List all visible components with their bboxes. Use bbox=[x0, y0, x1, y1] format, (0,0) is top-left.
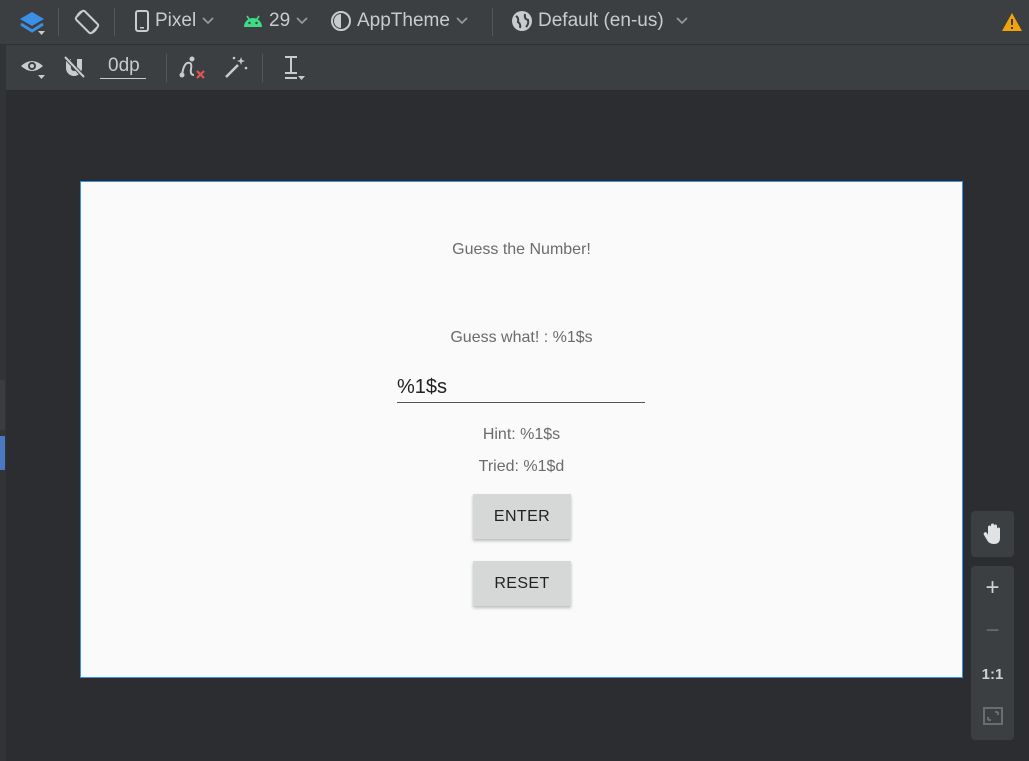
clear-constraints-icon[interactable] bbox=[178, 55, 206, 81]
hint-text: Hint: %1$s bbox=[482, 426, 561, 443]
device-selector[interactable]: Pixel bbox=[134, 10, 215, 32]
orientation-icon[interactable] bbox=[73, 8, 101, 36]
chevron-down-icon bbox=[296, 17, 308, 25]
chevron-down-icon bbox=[202, 17, 214, 25]
toolbar-separator bbox=[58, 8, 59, 36]
magic-wand-icon[interactable] bbox=[223, 54, 249, 80]
reset-button[interactable]: RESET bbox=[473, 561, 571, 606]
api-level-selector[interactable]: 29 bbox=[242, 10, 309, 32]
locale-selector[interactable]: Default (en-us) bbox=[511, 10, 689, 32]
zoom-in-button[interactable]: + bbox=[971, 567, 1014, 609]
layout-toolbar: 0dp bbox=[6, 45, 1029, 91]
left-panel-marker bbox=[0, 380, 5, 430]
left-panel-accent[interactable] bbox=[0, 436, 5, 470]
zoom-out-button[interactable]: − bbox=[971, 610, 1014, 652]
theme-label: AppTheme bbox=[357, 10, 450, 31]
theme-selector[interactable]: AppTheme bbox=[330, 10, 469, 32]
locale-label: Default (en-us) bbox=[538, 10, 664, 31]
align-icon[interactable] bbox=[280, 54, 306, 82]
magnet-off-icon[interactable] bbox=[62, 55, 86, 79]
toolbar-separator bbox=[114, 8, 115, 36]
toolbar-separator bbox=[166, 54, 167, 82]
design-toolbar: Pixel 29 AppTheme Default (en-us) bbox=[0, 0, 1029, 45]
pan-hand-icon[interactable] bbox=[971, 513, 1014, 555]
tried-text: Tried: %1$d bbox=[478, 458, 565, 475]
fit-screen-icon[interactable] bbox=[971, 695, 1014, 737]
title-text: Guess the Number! bbox=[452, 241, 591, 258]
actual-size-button[interactable]: 1:1 bbox=[971, 653, 1014, 695]
device-label: Pixel bbox=[155, 10, 197, 31]
device-preview[interactable]: Guess the Number! Guess what! : %1$s %1$… bbox=[80, 181, 963, 678]
layers-icon[interactable] bbox=[18, 9, 46, 37]
theme-icon bbox=[331, 11, 351, 31]
chevron-down-icon bbox=[456, 17, 468, 25]
android-icon bbox=[244, 15, 262, 27]
toolbar-separator bbox=[262, 54, 263, 82]
phone-icon bbox=[135, 10, 149, 32]
guess-input-value: %1$s bbox=[397, 375, 448, 398]
guess-input[interactable]: %1$s bbox=[397, 370, 645, 403]
default-margin-selector[interactable]: 0dp bbox=[100, 55, 146, 79]
enter-button[interactable]: ENTER bbox=[473, 494, 571, 539]
prompt-text: Guess what! : %1$s bbox=[450, 329, 593, 346]
chevron-down-icon bbox=[676, 17, 688, 25]
toolbar-separator bbox=[492, 8, 493, 36]
eye-icon[interactable] bbox=[20, 56, 46, 80]
warning-icon[interactable] bbox=[1001, 12, 1023, 32]
globe-icon bbox=[512, 11, 532, 31]
zoom-panel: + − 1:1 bbox=[971, 566, 1014, 740]
pan-panel bbox=[971, 511, 1014, 557]
margin-label: 0dp bbox=[108, 55, 140, 76]
api-level-label: 29 bbox=[269, 10, 291, 31]
